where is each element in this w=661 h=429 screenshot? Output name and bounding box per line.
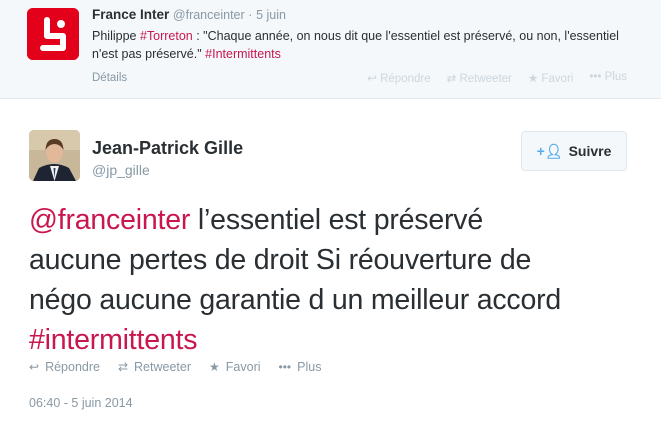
- parent-tweet: France Inter @franceinter · 5 juin Phili…: [0, 0, 661, 99]
- parent-text-part: Philippe: [92, 29, 140, 43]
- more-button[interactable]: ••• Plus: [279, 360, 322, 374]
- reply-label: Répondre: [45, 360, 100, 374]
- tweet-text-line: négo aucune garantie d un meilleur accor…: [29, 284, 562, 316]
- retweet-icon: ⇄: [446, 73, 460, 85]
- tweet-actions: ↩ Répondre ⇄ Retweeter ★ Favori ••• Plus: [29, 360, 321, 374]
- parent-author-name[interactable]: France Inter: [92, 7, 169, 22]
- tweet-text-line: @franceinter l’essentiel est préservé: [29, 200, 649, 240]
- reply-icon: ↩: [29, 360, 40, 374]
- parent-tweet-date[interactable]: 5 juin: [256, 8, 286, 22]
- details-link[interactable]: Détails: [92, 72, 127, 84]
- parent-author-handle[interactable]: @franceinter: [173, 8, 245, 22]
- separator-dot: ·: [248, 8, 253, 22]
- tweet-text: @franceinter l’essentiel est préservé au…: [29, 200, 649, 360]
- tweet-text-line: #intermittents: [29, 320, 649, 360]
- retweet-label: Retweeter: [459, 73, 512, 85]
- parent-retweet-button[interactable]: ⇄ Retweeter: [447, 71, 512, 85]
- author-handle[interactable]: @jp_gille: [92, 162, 150, 178]
- more-label: Plus: [297, 360, 322, 374]
- retweet-label: Retweeter: [134, 360, 192, 374]
- star-icon: ★: [527, 73, 542, 85]
- avatar[interactable]: [29, 130, 80, 181]
- hashtag-link[interactable]: #Torreton: [140, 29, 193, 43]
- author-name[interactable]: Jean-Patrick Gille: [92, 138, 243, 159]
- more-dots-icon: •••: [278, 360, 292, 374]
- hashtag-link[interactable]: #Intermittents: [205, 47, 281, 61]
- follow-button[interactable]: +👤︎ Suivre: [521, 131, 627, 171]
- more-dots-icon: •••: [589, 71, 605, 83]
- mention-link[interactable]: @franceinter: [29, 204, 190, 236]
- retweet-button[interactable]: ⇄ Retweeter: [118, 360, 191, 374]
- parent-tweet-header: France Inter @franceinter · 5 juin: [92, 7, 286, 22]
- profile-photo-icon: [29, 130, 80, 181]
- favorite-label: Favori: [225, 360, 261, 374]
- follow-label: Suivre: [568, 143, 612, 159]
- france-inter-logo[interactable]: [27, 8, 79, 60]
- star-icon: ★: [209, 360, 220, 374]
- tweet-text-part: l’essentiel est préservé: [190, 204, 483, 236]
- tweet-timestamp[interactable]: 06:40 - 5 juin 2014: [29, 396, 133, 410]
- parent-favorite-button[interactable]: ★ Favori: [528, 71, 573, 85]
- reply-label: Répondre: [380, 73, 431, 85]
- parent-tweet-text: Philippe #Torreton : "Chaque année, on n…: [92, 27, 640, 63]
- tweet-text-line: aucune pertes de droit Si réouverture de: [29, 244, 532, 276]
- retweet-icon: ⇄: [117, 360, 129, 374]
- hashtag-link[interactable]: #intermittents: [29, 324, 197, 356]
- more-label: Plus: [604, 71, 627, 83]
- favorite-button[interactable]: ★ Favori: [209, 360, 261, 374]
- follow-user-icon: +👤︎: [536, 142, 563, 159]
- parent-tweet-actions: ↩ Répondre ⇄ Retweeter ★ Favori ••• Plus: [367, 71, 627, 85]
- parent-reply-button[interactable]: ↩ Répondre: [367, 71, 430, 85]
- reply-button[interactable]: ↩ Répondre: [29, 360, 100, 374]
- favorite-label: Favori: [541, 73, 574, 85]
- france-inter-logo-icon: [27, 8, 79, 60]
- parent-more-button[interactable]: ••• Plus: [589, 71, 627, 85]
- reply-icon: ↩: [367, 73, 381, 85]
